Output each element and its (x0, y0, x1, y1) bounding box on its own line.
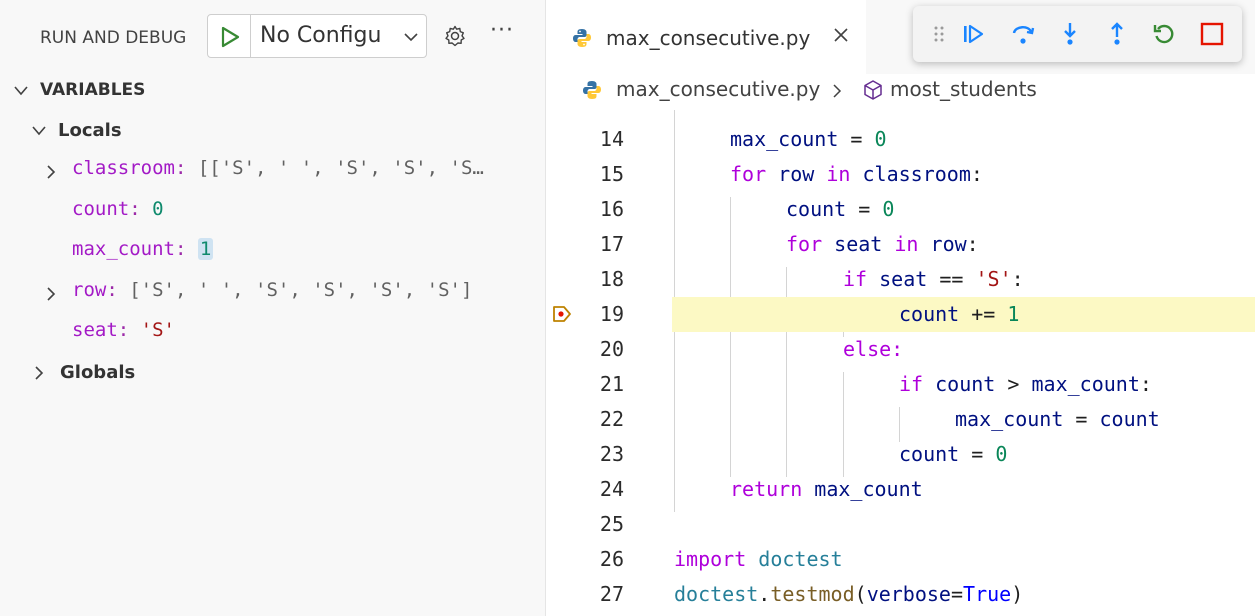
chevron-down-icon[interactable] (404, 31, 418, 43)
code-text: count = 0 (786, 197, 895, 221)
code-line[interactable]: 15 for row in classroom: (546, 157, 1255, 192)
variable-name: max_count (72, 238, 175, 260)
code-text: import doctest (674, 547, 843, 571)
tab-label[interactable]: max_consecutive.py (606, 26, 810, 50)
chevron-right-icon[interactable] (46, 165, 56, 179)
python-icon (573, 29, 591, 47)
variable-value: [['S', ' ', 'S', 'S', 'S… (197, 157, 484, 179)
code-text: for seat in row: (786, 232, 979, 256)
variable-name: classroom (72, 157, 175, 179)
variable-row-max-count[interactable]: max_count: 1 (72, 238, 532, 264)
step-into-icon[interactable] (1056, 20, 1084, 48)
line-number: 20 (599, 337, 624, 361)
line-number: 26 (599, 547, 624, 571)
continue-icon[interactable] (959, 20, 987, 48)
line-number: 19 (599, 302, 624, 326)
line-number: 25 (599, 512, 624, 536)
line-number: 16 (599, 197, 624, 221)
code-line[interactable]: 17 for seat in row: (546, 227, 1255, 262)
close-icon[interactable] (832, 26, 850, 44)
code-line[interactable]: 16 count = 0 (546, 192, 1255, 227)
config-label[interactable]: No Configu (260, 23, 381, 48)
code-line[interactable]: 24 return max_count (546, 472, 1255, 507)
code-line[interactable]: 21 if count > max_count: (546, 367, 1255, 402)
editor-area: max_consecutive.py max_consecutive.py mo… (546, 0, 1255, 616)
gear-icon[interactable] (443, 24, 467, 48)
variable-name: seat (72, 319, 118, 341)
line-number: 18 (599, 267, 624, 291)
line-number: 23 (599, 442, 624, 466)
variable-value-changed: 1 (197, 238, 214, 260)
code-text: count += 1 (899, 302, 1020, 326)
variable-value: 0 (152, 198, 164, 220)
code-line[interactable]: 14 max_count = 0 (546, 122, 1255, 157)
code-text: if count > max_count: (899, 372, 1152, 396)
step-over-icon[interactable] (1009, 20, 1037, 48)
code-line-current[interactable]: 19 count += 1 (546, 297, 1255, 332)
stop-icon[interactable] (1198, 20, 1226, 48)
locals-group-label: Locals (58, 120, 122, 141)
variable-row-count[interactable]: count: 0 (72, 198, 532, 224)
breadcrumb: max_consecutive.py most_students (546, 74, 1255, 110)
code-line[interactable]: 18 if seat == 'S': (546, 262, 1255, 297)
variable-name: row (72, 279, 107, 301)
chevron-right-icon (35, 366, 44, 380)
grip-icon[interactable] (933, 23, 945, 45)
code-line[interactable]: 27 doctest.testmod(verbose=True) (546, 577, 1255, 612)
code-text: max_count = count (955, 407, 1160, 431)
code-text: max_count = 0 (730, 127, 887, 151)
line-number: 15 (599, 162, 624, 186)
chevron-down-icon (32, 126, 46, 136)
code-line[interactable]: 20 else: (546, 332, 1255, 367)
play-icon[interactable] (218, 25, 242, 49)
editor-tab[interactable]: max_consecutive.py (546, 0, 866, 74)
code-text: return max_count (730, 477, 923, 501)
chevron-right-icon[interactable] (46, 287, 56, 301)
code-line[interactable]: 23 count = 0 (546, 437, 1255, 472)
line-number: 27 (599, 582, 624, 606)
debug-pointer-icon[interactable] (552, 304, 572, 324)
breadcrumb-symbol[interactable]: most_students (890, 77, 1037, 101)
debug-configuration-select[interactable]: No Configu (207, 14, 427, 58)
line-number: 22 (599, 407, 624, 431)
sidebar-title: RUN AND DEBUG (40, 28, 187, 48)
variable-row-classroom[interactable]: classroom: [['S', ' ', 'S', 'S', 'S… (46, 157, 546, 183)
python-icon (583, 81, 601, 99)
restart-icon[interactable] (1150, 20, 1178, 48)
symbol-method-icon (864, 80, 882, 100)
chevron-right-icon (833, 84, 842, 98)
line-number: 17 (599, 232, 624, 256)
config-separator (250, 15, 251, 57)
chevron-down-icon (14, 86, 28, 96)
line-number: 21 (599, 372, 624, 396)
line-number: 14 (599, 127, 624, 151)
variable-value: 'S' (140, 319, 175, 341)
variable-row-seat[interactable]: seat: 'S' (72, 319, 532, 345)
code-text: count = 0 (899, 442, 1008, 466)
code-text: else: (843, 337, 904, 361)
code-line[interactable]: 22 max_count = count (546, 402, 1255, 437)
more-icon[interactable]: ··· (490, 18, 514, 43)
code-text: doctest.testmod(verbose=True) (674, 582, 1024, 606)
code-text: for row in classroom: (730, 162, 983, 186)
debug-toolbar (913, 6, 1242, 62)
sidebar-header: RUN AND DEBUG No Configu ··· (0, 0, 546, 72)
variable-value: ['S', ' ', 'S', 'S', 'S', 'S'] (129, 279, 473, 301)
run-debug-sidebar: RUN AND DEBUG No Configu ··· VARIABLES L… (0, 0, 546, 616)
variable-row-row[interactable]: row: ['S', ' ', 'S', 'S', 'S', 'S'] (46, 279, 546, 305)
code-line[interactable]: 25 (546, 507, 1255, 542)
step-out-icon[interactable] (1103, 20, 1131, 48)
code-line[interactable]: 26 import doctest (546, 542, 1255, 577)
variables-section-label: VARIABLES (40, 80, 146, 100)
variable-name: count (72, 198, 130, 220)
code-editor[interactable]: 14 max_count = 0 15 for row in classroom… (546, 110, 1255, 616)
globals-group-label: Globals (60, 362, 136, 383)
code-text: if seat == 'S': (843, 267, 1024, 291)
line-number: 24 (599, 477, 624, 501)
breadcrumb-file[interactable]: max_consecutive.py (616, 77, 820, 101)
